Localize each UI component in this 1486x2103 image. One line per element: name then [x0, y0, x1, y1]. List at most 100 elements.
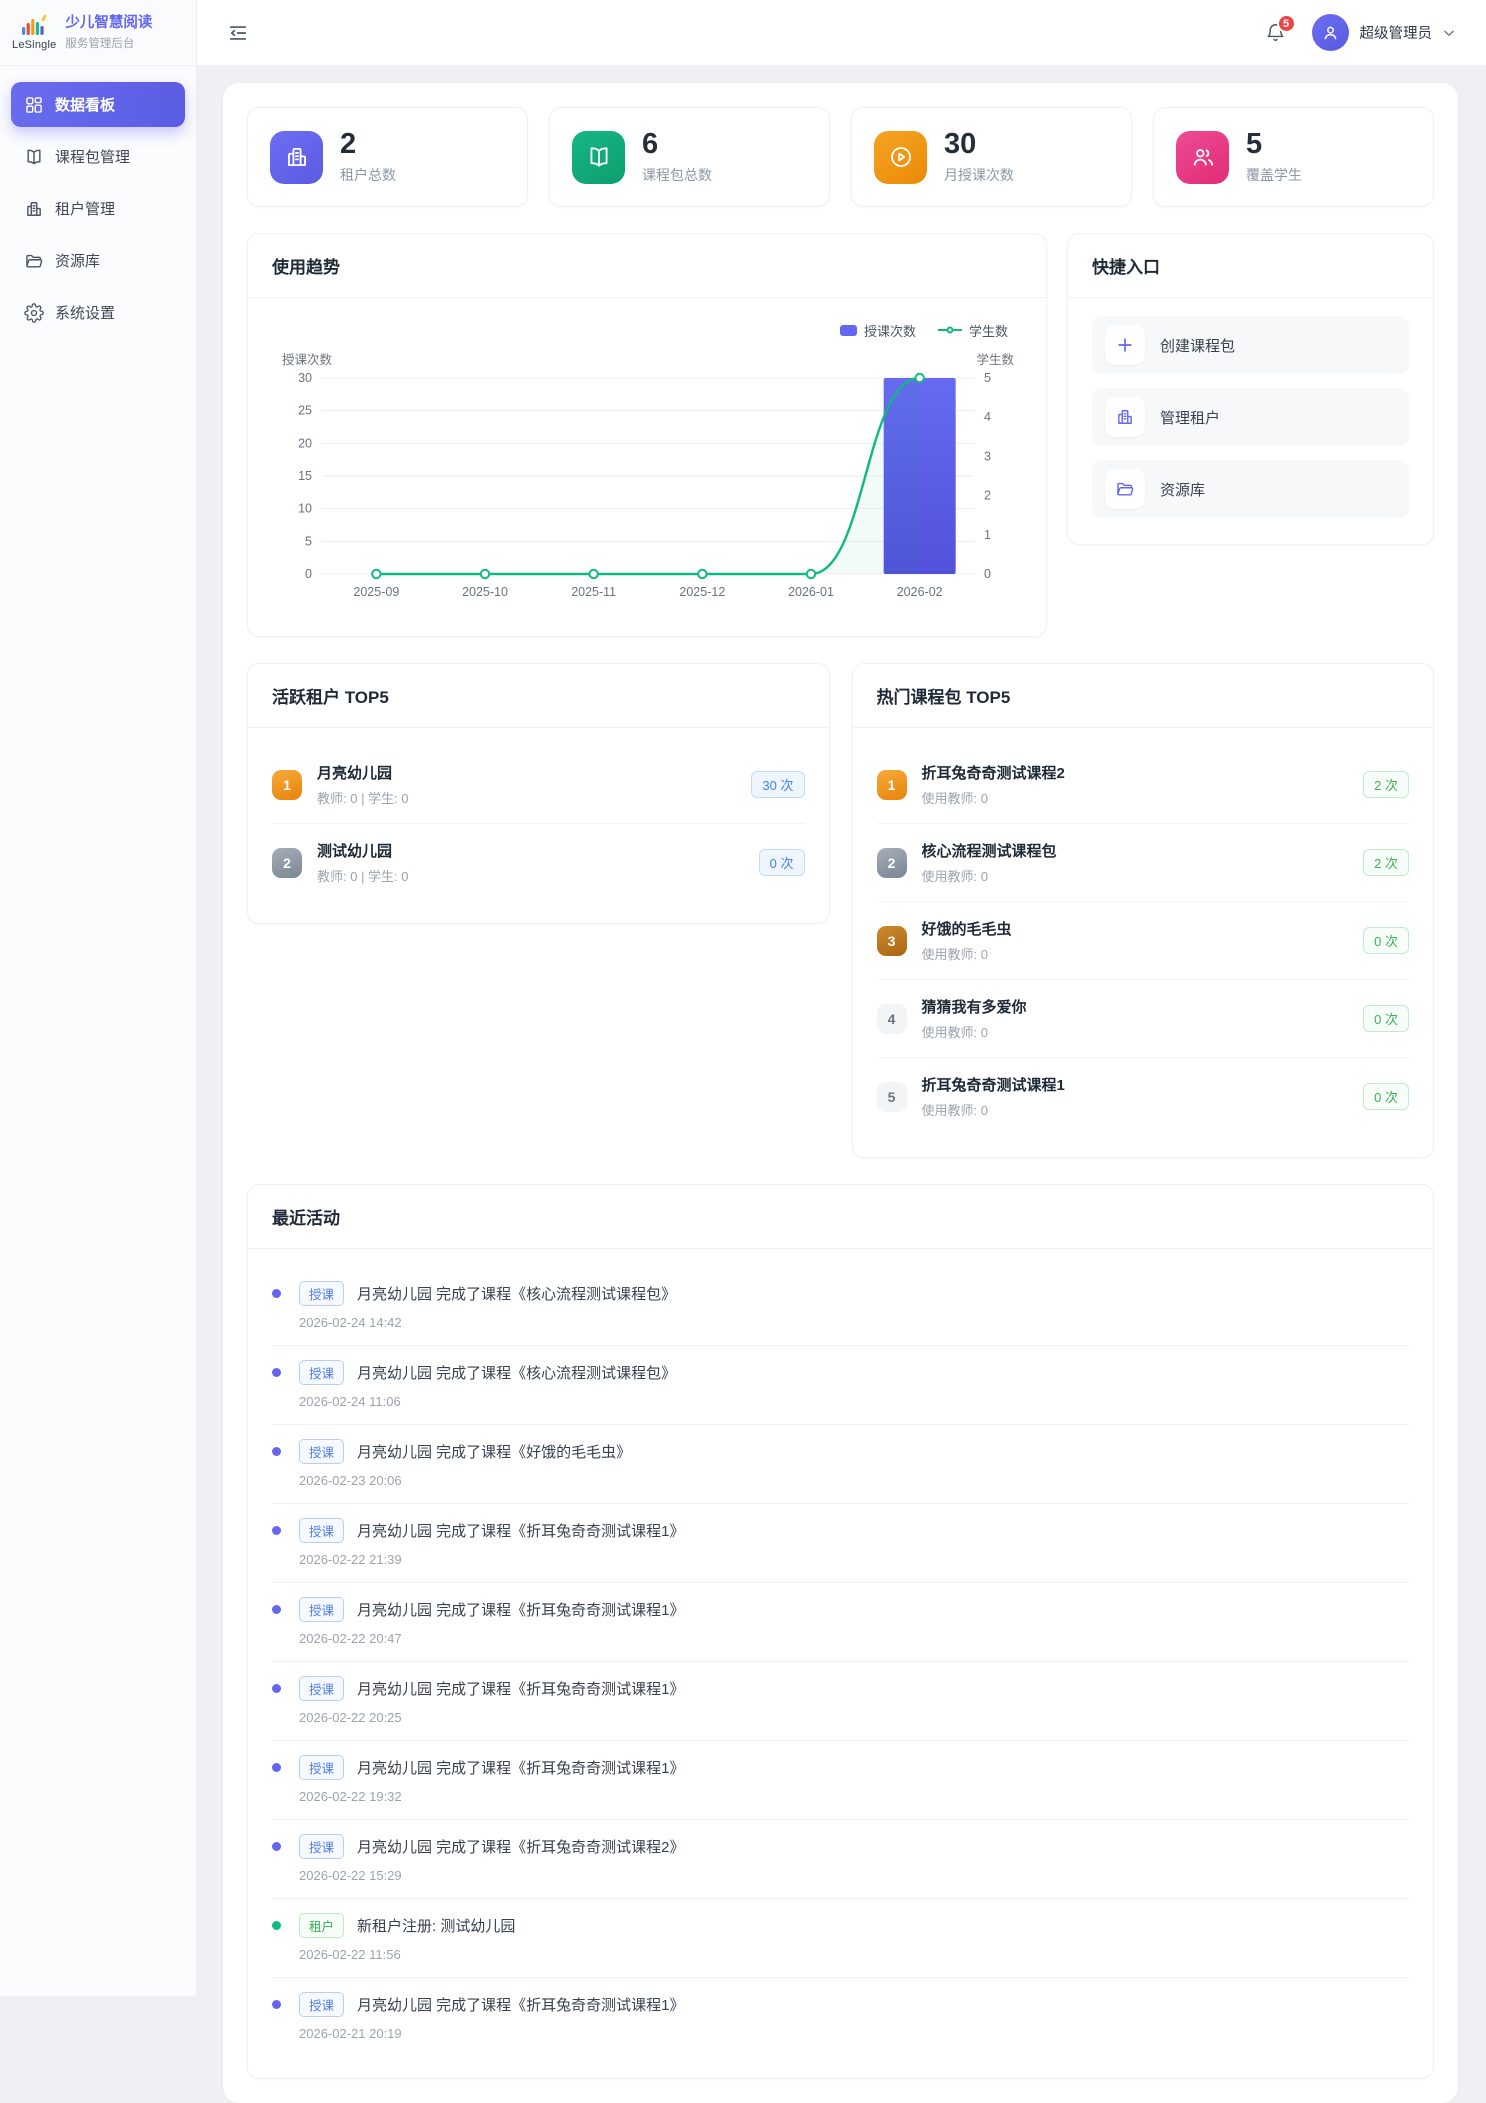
rank-badge: 3	[877, 926, 907, 956]
activity-type-tag: 授课	[299, 1281, 344, 1306]
package-name: 折耳兔奇奇测试课程1	[922, 1074, 1065, 1095]
tenant-row[interactable]: 2 测试幼儿园 教师: 0 | 学生: 0 0 次	[272, 823, 805, 901]
rank-badge: 1	[877, 770, 907, 800]
activity-type-tag: 授课	[299, 1834, 344, 1859]
stat-cards-row: 2 租户总数 6 课程包总数	[247, 107, 1434, 207]
svg-text:2026-01: 2026-01	[788, 585, 834, 599]
hot-packages-list: 1 折耳兔奇奇测试课程2 使用教师: 0 2 次 2 核心流程测试课程包	[853, 728, 1434, 1157]
quick-entry-create-package[interactable]: 创建课程包	[1092, 316, 1409, 374]
avatar[interactable]	[1312, 14, 1349, 51]
svg-text:0: 0	[305, 567, 312, 581]
activity-row: 授课 月亮幼儿园 完成了课程《折耳兔奇奇测试课程1》 2026-02-21 20…	[272, 1978, 1409, 2056]
activity-time: 2026-02-22 21:39	[299, 1552, 1409, 1567]
package-meta: 使用教师: 0	[922, 866, 1057, 885]
usage-count-badge: 0 次	[1363, 1005, 1409, 1032]
activity-text: 月亮幼儿园 完成了课程《折耳兔奇奇测试课程1》	[357, 1994, 685, 2015]
activity-time: 2026-02-24 14:42	[299, 1315, 1409, 1330]
folder-icon	[1105, 469, 1145, 509]
package-info: 核心流程测试课程包 使用教师: 0	[922, 840, 1057, 885]
gear-icon	[24, 303, 44, 323]
quick-entry-label: 创建课程包	[1160, 335, 1235, 356]
stat-card-packages: 6 课程包总数	[549, 107, 830, 207]
activity-time: 2026-02-22 19:32	[299, 1789, 1409, 1804]
activity-row: 租户 新租户注册: 测试幼儿园 2026-02-22 11:56	[272, 1899, 1409, 1978]
brand-title: 少儿智慧阅读	[65, 14, 152, 32]
quick-entry-body: 创建课程包 管理租户	[1068, 298, 1433, 544]
package-row[interactable]: 2 核心流程测试课程包 使用教师: 0 2 次	[877, 823, 1410, 901]
usage-count-badge: 30 次	[751, 771, 804, 798]
content-area: 5 超级管理员 2	[197, 0, 1486, 2103]
activity-row: 授课 月亮幼儿园 完成了课程《好饿的毛毛虫》 2026-02-23 20:06	[272, 1425, 1409, 1504]
sidebar-item-label: 系统设置	[55, 302, 115, 323]
activity-text: 月亮幼儿园 完成了课程《好饿的毛毛虫》	[357, 1441, 631, 1462]
sidebar-item-settings[interactable]: 系统设置	[11, 290, 185, 335]
building-icon	[270, 131, 323, 184]
package-row[interactable]: 3 好饿的毛毛虫 使用教师: 0 0 次	[877, 901, 1410, 979]
sidebar-item-label: 租户管理	[55, 198, 115, 219]
quick-entry-label: 管理租户	[1160, 407, 1220, 428]
notification-count-badge: 5	[1277, 14, 1296, 33]
stat-label: 覆盖学生	[1246, 165, 1302, 185]
activity-text: 新租户注册: 测试幼儿园	[357, 1915, 515, 1936]
top5-row: 活跃租户 TOP5 1 月亮幼儿园 教师: 0 | 学生: 0 30 次	[247, 663, 1434, 1158]
activity-dot-icon	[272, 1289, 281, 1298]
activity-type-tag: 授课	[299, 1992, 344, 2017]
sidebar-item-tenants[interactable]: 租户管理	[11, 186, 185, 231]
svg-text:10: 10	[298, 502, 312, 516]
svg-text:5: 5	[305, 535, 312, 549]
legend-item-line-series[interactable]: 学生数	[938, 321, 1008, 340]
quick-entry-resources[interactable]: 资源库	[1092, 460, 1409, 518]
tenant-name: 月亮幼儿园	[317, 762, 409, 783]
sidebar-item-course-packages[interactable]: 课程包管理	[11, 134, 185, 179]
building-icon	[1105, 397, 1145, 437]
sidebar-item-dashboard[interactable]: 数据看板	[11, 82, 185, 127]
usage-count-badge: 2 次	[1363, 771, 1409, 798]
plus-icon	[1105, 325, 1145, 365]
activity-dot-icon	[272, 1447, 281, 1456]
svg-text:2026-02: 2026-02	[897, 585, 943, 599]
svg-text:2025-11: 2025-11	[571, 585, 616, 599]
activity-dot-icon	[272, 1368, 281, 1377]
svg-text:1: 1	[984, 528, 991, 542]
legend-label: 学生数	[969, 321, 1008, 340]
tenant-meta: 教师: 0 | 学生: 0	[317, 788, 409, 807]
svg-text:2: 2	[984, 489, 991, 503]
brand-text: 少儿智慧阅读 服务管理后台	[65, 14, 152, 50]
tenant-name: 测试幼儿园	[317, 840, 409, 861]
rank-badge: 4	[877, 1004, 907, 1034]
activity-text: 月亮幼儿园 完成了课程《折耳兔奇奇测试课程1》	[357, 1757, 685, 1778]
menu-fold-icon[interactable]	[227, 22, 249, 44]
logo-mark: LeSingle	[12, 14, 56, 51]
package-row[interactable]: 1 折耳兔奇奇测试课程2 使用教师: 0 2 次	[877, 746, 1410, 823]
sidebar-item-label: 课程包管理	[55, 146, 130, 167]
recent-activities-list: 授课 月亮幼儿园 完成了课程《核心流程测试课程包》 2026-02-24 14:…	[248, 1249, 1433, 2078]
folder-icon	[24, 251, 44, 271]
activity-type-tag: 授课	[299, 1597, 344, 1622]
card-title: 活跃租户 TOP5	[248, 664, 829, 728]
user-name[interactable]: 超级管理员	[1360, 22, 1433, 43]
activity-dot-icon	[272, 1921, 281, 1930]
sidebar-item-resources[interactable]: 资源库	[11, 238, 185, 283]
activity-dot-icon	[272, 1526, 281, 1535]
activity-row: 授课 月亮幼儿园 完成了课程《折耳兔奇奇测试课程1》 2026-02-22 21…	[272, 1504, 1409, 1583]
tenant-row[interactable]: 1 月亮幼儿园 教师: 0 | 学生: 0 30 次	[272, 746, 805, 823]
quick-entry-manage-tenants[interactable]: 管理租户	[1092, 388, 1409, 446]
card-title: 快捷入口	[1068, 234, 1433, 298]
svg-text:学生数: 学生数	[976, 352, 1014, 367]
play-circle-icon	[874, 131, 927, 184]
package-row[interactable]: 5 折耳兔奇奇测试课程1 使用教师: 0 0 次	[877, 1057, 1410, 1135]
package-meta: 使用教师: 0	[922, 1100, 1065, 1119]
legend-item-bar-series[interactable]: 授课次数	[840, 321, 916, 340]
trend-and-quick-row: 使用趋势 授课次数 学生数 051015202530012345授课次数学生数2…	[247, 233, 1434, 637]
stat-card-lessons: 30 月授课次数	[851, 107, 1132, 207]
stat-value: 6	[642, 129, 712, 159]
package-name: 好饿的毛毛虫	[922, 918, 1012, 939]
chevron-down-icon[interactable]	[1442, 26, 1456, 40]
activity-dot-icon	[272, 1842, 281, 1851]
package-row[interactable]: 4 猜猜我有多爱你 使用教师: 0 0 次	[877, 979, 1410, 1057]
brand-logo: LeSingle 少儿智慧阅读 服务管理后台	[0, 0, 196, 66]
rank-badge: 5	[877, 1082, 907, 1112]
svg-text:授课次数: 授课次数	[282, 352, 333, 367]
package-name: 折耳兔奇奇测试课程2	[922, 762, 1065, 783]
notification-bell-icon[interactable]: 5	[1265, 22, 1286, 43]
